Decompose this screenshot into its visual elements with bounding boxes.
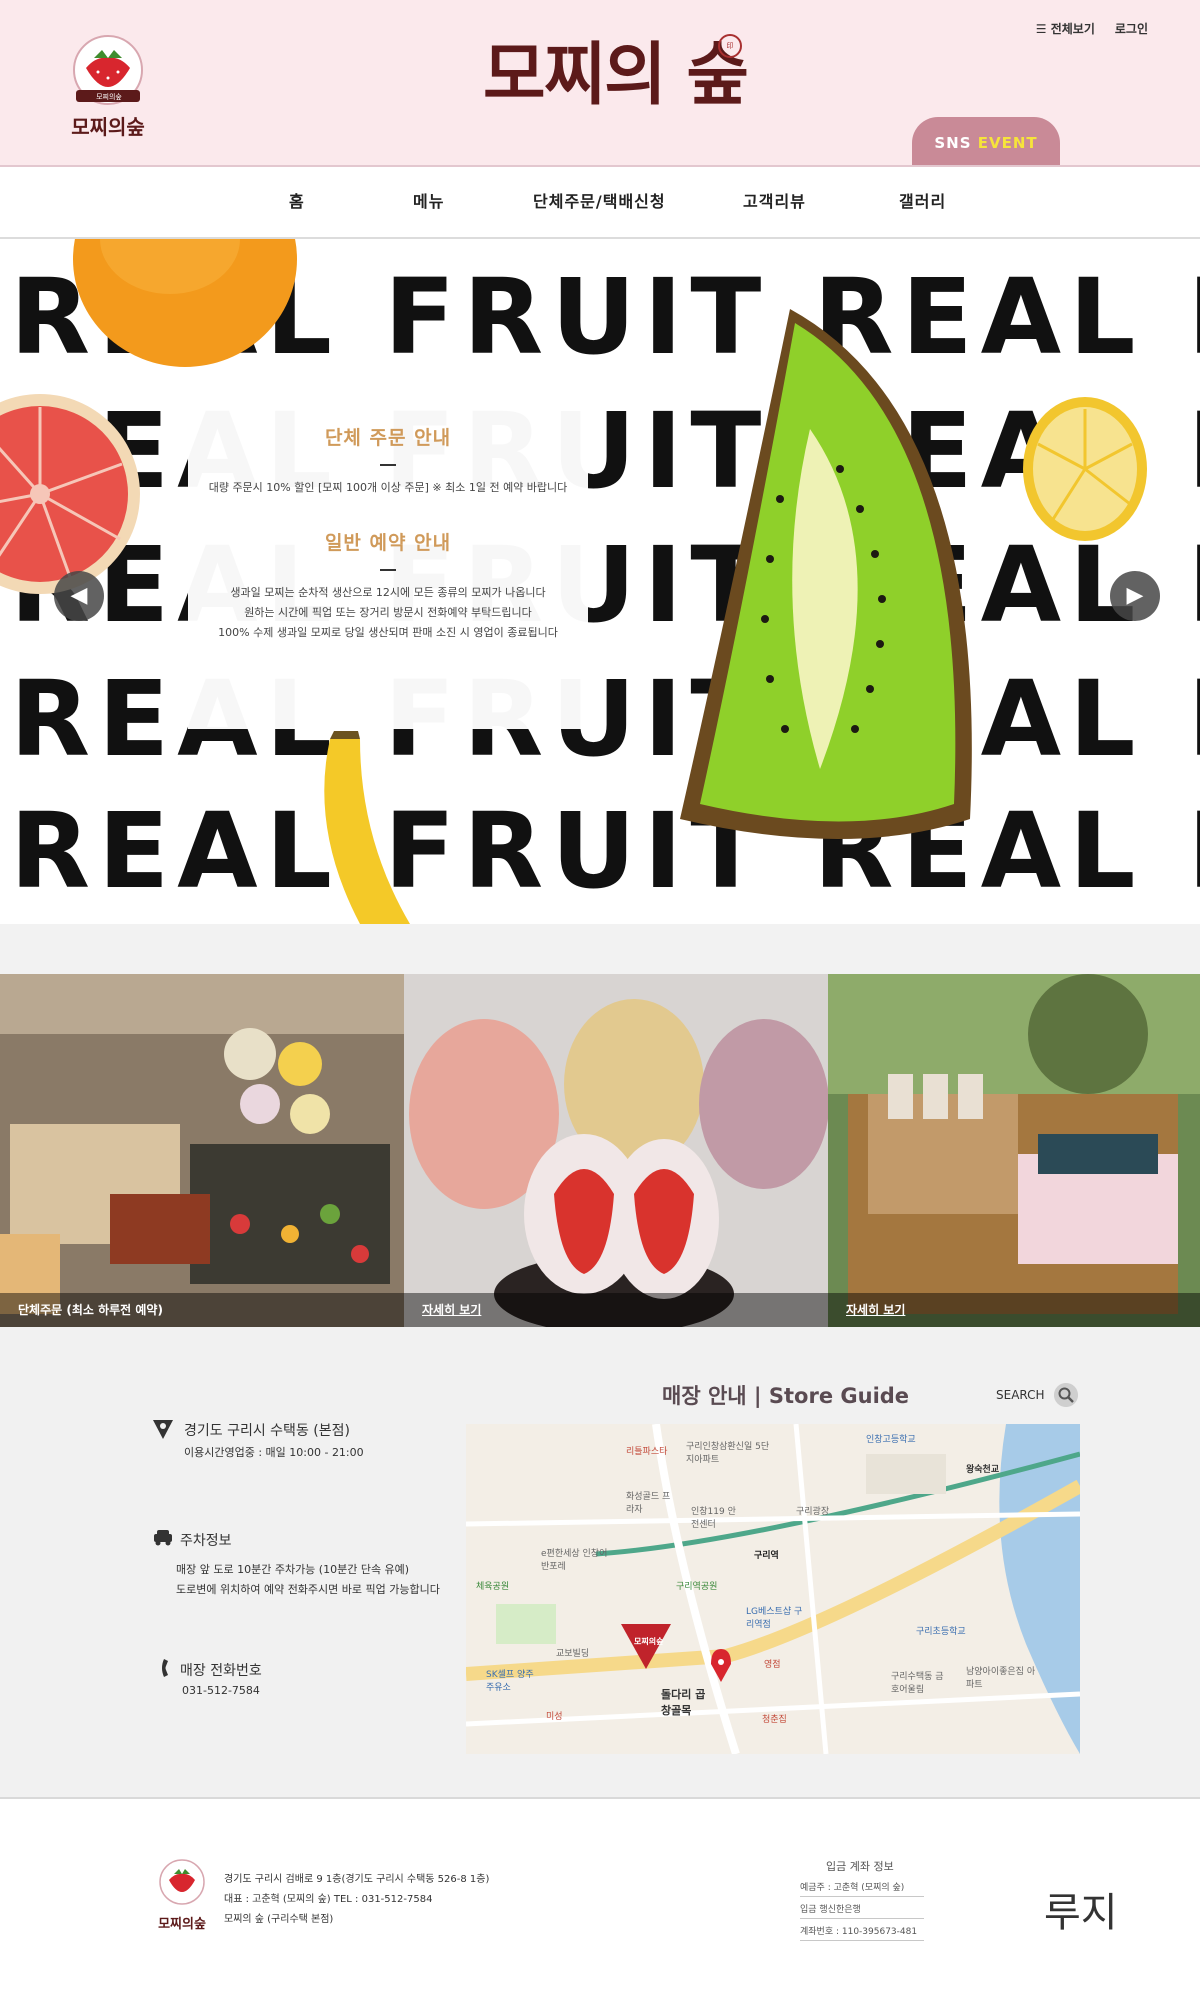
prev-slide-arrow-icon[interactable]: ◀ xyxy=(54,571,104,621)
event-label: EVENT xyxy=(977,134,1038,152)
search-icon[interactable] xyxy=(1054,1383,1078,1407)
map-label: 청춘집 xyxy=(762,1715,787,1725)
footer-divider xyxy=(0,1797,1200,1799)
nav-item-home[interactable]: 홈 xyxy=(289,167,305,237)
map-label: 인창119 안전센터 xyxy=(691,1507,736,1530)
map-label: SK셀프 양주주유소 xyxy=(486,1670,534,1693)
search-label[interactable]: SEARCH xyxy=(996,1388,1045,1402)
site-header: 모찌의숲 모찌의숲 모찌의 숲 印 ☰ 전체보기 로그인 SNS EVENT xyxy=(0,0,1200,167)
banana-image xyxy=(324,731,410,924)
regular-order-line: 100% 수제 생과일 모찌로 당일 생산되며 판매 소진 시 영업이 종료됩니… xyxy=(218,626,558,639)
regular-order-line: 원하는 시간에 픽업 또는 장거리 방문시 전화예약 부탁드립니다 xyxy=(244,606,532,619)
svg-text:모찌의숲: 모찌의숲 xyxy=(71,115,145,139)
footer-logo-icon: 모찌의숲 xyxy=(158,1859,206,1932)
map-label: 인창고등학교 xyxy=(866,1435,916,1445)
gallery-band xyxy=(0,924,1200,974)
brand-title[interactable]: 모찌의 숲 xyxy=(480,20,750,130)
bank-info-line: 입금 행신한은행 xyxy=(800,1902,924,1919)
kiwi-image xyxy=(680,309,972,839)
footer-store-name: 모찌의 숲 (구리수택 본점) xyxy=(224,1914,334,1925)
gallery-caption-link[interactable]: 자세히 보기 xyxy=(404,1293,828,1327)
divider xyxy=(380,569,396,571)
sns-event-button[interactable]: SNS EVENT xyxy=(912,117,1060,165)
map-label: 왕숙천교 xyxy=(966,1465,1000,1475)
map-label: LG베스트샵 구리역점 xyxy=(746,1607,803,1630)
parking-line: 도로변에 위치하여 예약 전화주시면 바로 픽업 가능합니다 xyxy=(176,1583,440,1596)
nav-item-group-order[interactable]: 단체주문/택배신청 xyxy=(533,167,666,237)
lemon-image xyxy=(1023,397,1147,541)
phone-number[interactable]: 031-512-7584 xyxy=(182,1681,260,1701)
catering-trays-image xyxy=(0,974,404,1327)
bank-info-title: 입금 계좌 정보 xyxy=(826,1860,894,1873)
map-label: e편한세상 인창어반포레 xyxy=(541,1549,608,1572)
strawberry-logo-icon[interactable]: 모찌의숲 xyxy=(58,28,158,148)
svg-text:모찌의숲: 모찌의숲 xyxy=(158,1916,206,1932)
parking-line: 매장 앞 도로 10분간 주차가능 (10분간 단속 유예) xyxy=(176,1563,410,1576)
gallery-caption: 단체주문 (최소 하루전 예약) xyxy=(0,1293,404,1327)
gallery-tile-group-order[interactable]: 단체주문 (최소 하루전 예약) xyxy=(0,974,404,1327)
footer-address: 경기도 구리시 검배로 9 1층(경기도 구리시 수택동 526-8 1층) xyxy=(224,1874,490,1885)
store-map[interactable]: 모찌의숲 리틀파스타 구리인창삼환신일 5단지아파트 인창고등학교 왕숙천교 화… xyxy=(466,1424,1080,1754)
all-view-link[interactable]: ☰ 전체보기 xyxy=(1036,20,1095,37)
gallery-tile-mochi[interactable]: 자세히 보기 xyxy=(404,974,828,1327)
map-label: 구리광장 xyxy=(796,1507,830,1517)
sns-label: SNS xyxy=(934,134,972,152)
brand-stamp-icon: 印 xyxy=(718,34,742,58)
phone-icon xyxy=(162,1659,168,1677)
nav-item-menu[interactable]: 메뉴 xyxy=(413,167,444,237)
orange-image xyxy=(73,239,297,367)
phone-title: 매장 전화번호 xyxy=(180,1663,262,1679)
location-icon xyxy=(153,1420,173,1439)
map-label: 구리인창삼환신일 5단지아파트 xyxy=(686,1442,770,1465)
map-label: 교보빌딩 xyxy=(556,1649,590,1659)
top-links: ☰ 전체보기 로그인 xyxy=(1036,20,1148,37)
bank-info-line: 예금주 : 고춘혁 (모찌의 숲) xyxy=(800,1880,924,1897)
map-label: 구리수택동 금호어울림 xyxy=(891,1672,944,1695)
partner-brand-logo: 루지 xyxy=(1044,1890,1118,1936)
bank-info-line: 계좌번호 : 110-395673-481 xyxy=(800,1924,924,1941)
gallery-tile-store[interactable]: 자세히 보기 xyxy=(828,974,1200,1327)
gift-boxes-image xyxy=(828,974,1200,1327)
map-label: 체육공원 xyxy=(476,1582,510,1592)
order-info-card: 단체 주문 안내 대량 주문시 10% 할인 [모찌 100개 이상 주문] ※… xyxy=(188,409,588,729)
strawberry-mochi-image xyxy=(404,974,828,1327)
car-icon xyxy=(154,1530,172,1546)
hero-slider: REAL FRUIT REAL FR REAL FRUIT REAL FR RE… xyxy=(0,239,1200,924)
map-label: 구리역공원 xyxy=(676,1582,718,1592)
next-slide-arrow-icon[interactable]: ▶ xyxy=(1110,571,1160,621)
logo-badge-text: 모찌의숲 xyxy=(96,93,122,101)
address-title: 경기도 구리시 수택동 (본점) xyxy=(184,1423,350,1439)
nav-item-reviews[interactable]: 고객리뷰 xyxy=(743,167,806,237)
parking-title: 주차정보 xyxy=(180,1533,232,1549)
map-label: 남양아이좋은집 아파트 xyxy=(966,1667,1036,1690)
divider xyxy=(380,464,396,466)
map-label: 미성 xyxy=(546,1712,563,1722)
map-marker-label: 모찌의숲 xyxy=(634,1637,664,1646)
business-hours: 이용시간영업중 : 매일 10:00 - 21:00 xyxy=(184,1446,364,1459)
map-label: 영점 xyxy=(764,1660,781,1670)
nav-item-gallery[interactable]: 갤러리 xyxy=(899,167,946,237)
bg-word-row: REAL FRUIT REAL FR xyxy=(10,790,1200,912)
gallery-caption-link[interactable]: 자세히 보기 xyxy=(828,1293,1200,1327)
footer-contact: 대표 : 고춘혁 (모찌의 숲) TEL : 031-512-7584 xyxy=(224,1894,433,1905)
map-label: 구리역 xyxy=(754,1551,779,1561)
store-guide-title: 매장 안내 | Store Guide xyxy=(662,1384,910,1408)
login-link[interactable]: 로그인 xyxy=(1115,20,1148,37)
group-order-title: 단체 주문 안내 xyxy=(324,427,452,449)
regular-order-line: 생과일 모찌는 순차적 생산으로 12시에 모든 종류의 모찌가 나옵니다 xyxy=(230,586,546,599)
regular-order-title: 일반 예약 안내 xyxy=(324,532,452,554)
map-label: 구리초등학교 xyxy=(916,1627,966,1637)
main-nav: 홈 메뉴 단체주문/택배신청 고객리뷰 갤러리 xyxy=(0,167,1200,239)
group-order-text: 대량 주문시 10% 할인 [모찌 100개 이상 주문] ※ 최소 1일 전 … xyxy=(208,481,568,494)
map-label: 돌다리 곱창골목 xyxy=(661,1688,706,1717)
map-label: 화성골드 프라자 xyxy=(626,1492,671,1515)
map-label: 리틀파스타 xyxy=(626,1447,668,1457)
